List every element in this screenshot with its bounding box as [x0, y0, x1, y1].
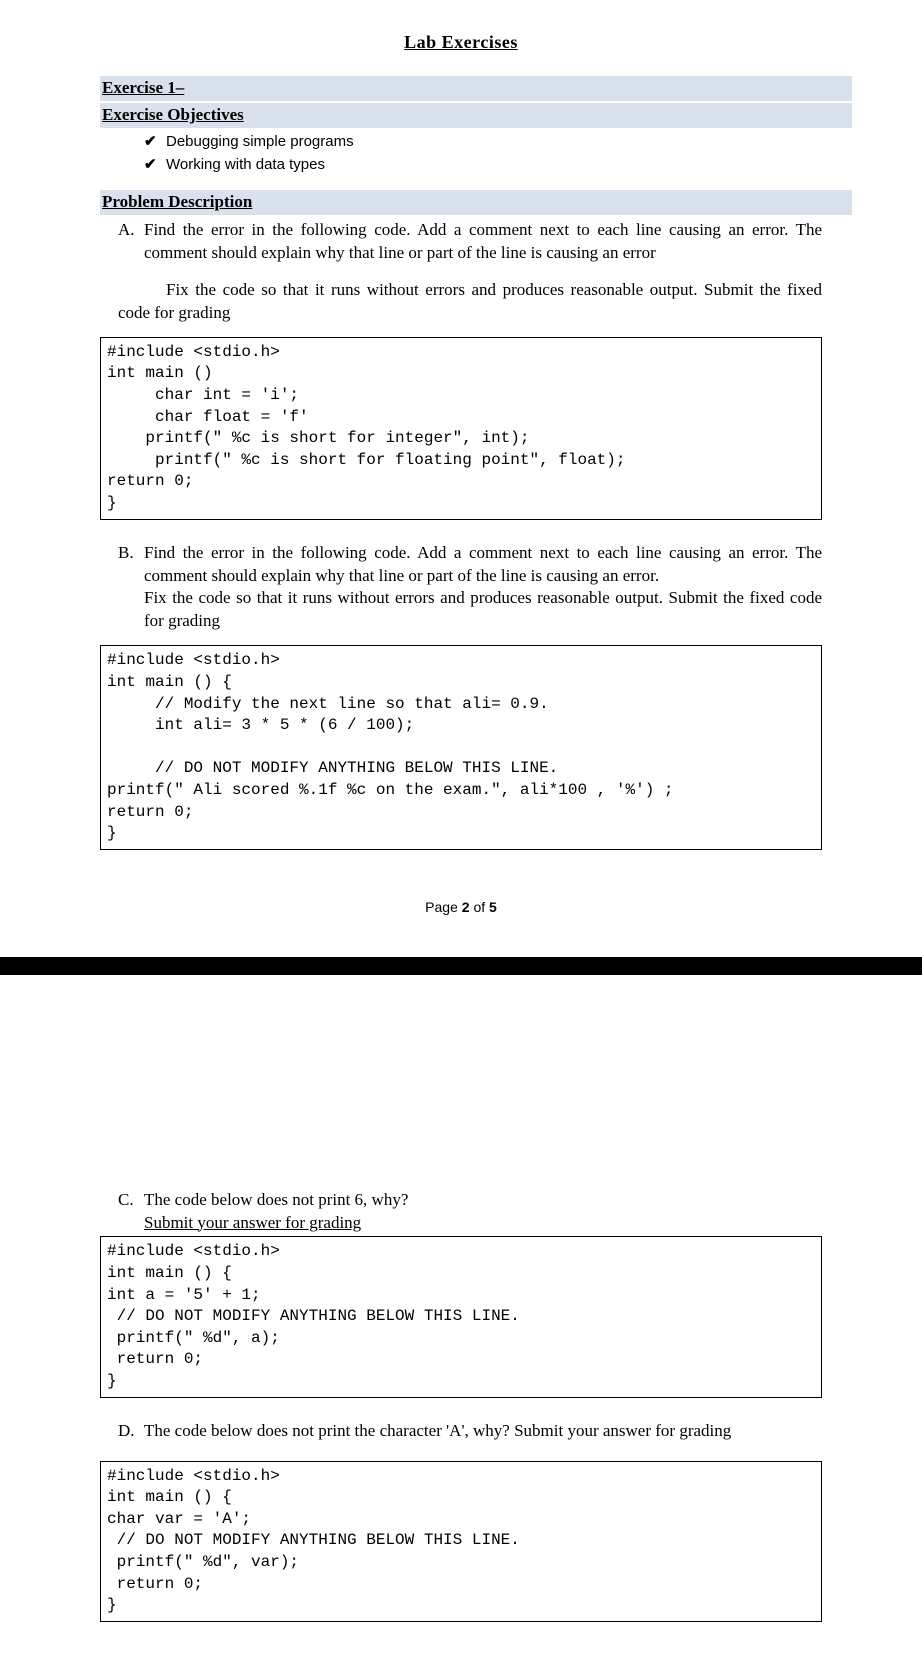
page-num-current: 2: [462, 899, 470, 915]
objectives-list: Debugging simple programs Working with d…: [144, 131, 862, 176]
objective-item: Working with data types: [144, 154, 862, 177]
code-block-a: #include <stdio.h> int main () char int …: [100, 337, 822, 520]
item-letter: C.: [118, 1189, 144, 1235]
page-1: Lab Exercises Exercise 1– Exercise Objec…: [0, 0, 922, 957]
item-text-line: The code below does not print 6, why?: [144, 1190, 408, 1209]
item-text: The code below does not print the charac…: [144, 1420, 822, 1443]
page-num-total: 5: [489, 899, 497, 915]
item-letter: B.: [118, 542, 144, 634]
item-text: Fix the code so that it runs without err…: [118, 279, 822, 325]
item-text-line-underline: Submit your answer for grading: [144, 1213, 361, 1232]
item-letter: D.: [118, 1420, 144, 1443]
problem-description-heading: Problem Description: [100, 190, 852, 215]
item-a: A. Find the error in the following code.…: [118, 219, 822, 265]
page-number: Page 2 of 5: [60, 898, 862, 917]
item-text: The code below does not print 6, why? Su…: [144, 1189, 822, 1235]
page-num-mid: of: [470, 899, 489, 915]
code-block-c: #include <stdio.h> int main () { int a =…: [100, 1236, 822, 1397]
page-num-pre: Page: [425, 899, 462, 915]
objective-item: Debugging simple programs: [144, 131, 862, 154]
page-2: C. The code below does not print 6, why?…: [0, 975, 922, 1662]
item-d: D. The code below does not print the cha…: [118, 1420, 822, 1443]
item-letter: A.: [118, 219, 144, 265]
item-text: Find the error in the following code. Ad…: [144, 542, 822, 634]
code-block-b: #include <stdio.h> int main () { // Modi…: [100, 645, 822, 849]
objectives-heading: Exercise Objectives: [100, 103, 852, 128]
item-text-line: Fix the code so that it runs without err…: [144, 588, 822, 630]
item-a-para2: Fix the code so that it runs without err…: [118, 279, 822, 325]
item-text: Find the error in the following code. Ad…: [144, 219, 822, 265]
exercise-heading: Exercise 1–: [100, 76, 852, 101]
code-block-d: #include <stdio.h> int main () { char va…: [100, 1461, 822, 1622]
document-title: Lab Exercises: [60, 30, 862, 54]
item-c: C. The code below does not print 6, why?…: [118, 1189, 822, 1235]
item-text-line: Find the error in the following code. Ad…: [144, 543, 822, 585]
item-b: B. Find the error in the following code.…: [118, 542, 822, 634]
